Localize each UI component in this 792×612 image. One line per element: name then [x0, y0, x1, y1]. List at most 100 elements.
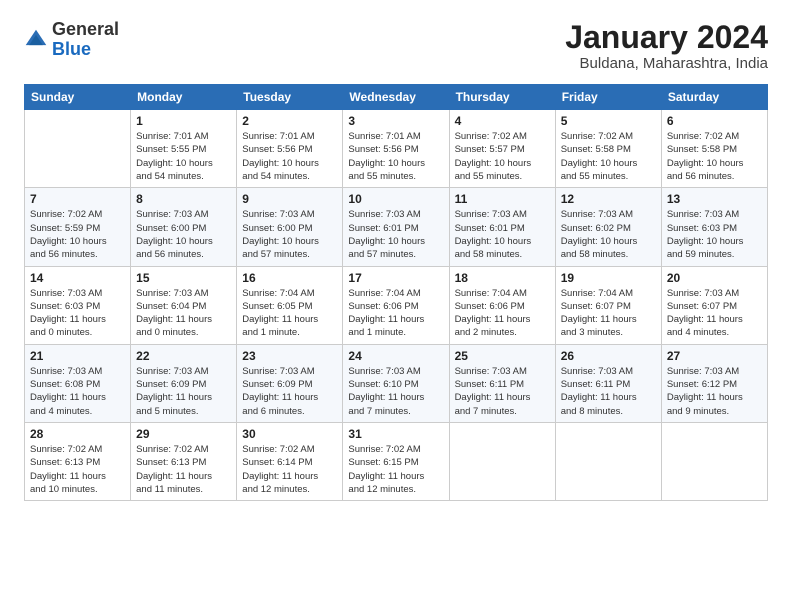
- calendar-cell: 29 Sunrise: 7:02 AM Sunset: 6:13 PM Dayli…: [131, 422, 237, 500]
- day-info: Sunrise: 7:04 AM Sunset: 6:07 PM Dayligh…: [561, 287, 656, 340]
- calendar-week-row: 7 Sunrise: 7:02 AM Sunset: 5:59 PM Daylig…: [25, 188, 768, 266]
- day-of-week-header: Monday: [131, 85, 237, 110]
- location: Buldana, Maharashtra, India: [565, 55, 768, 72]
- calendar-cell: 2 Sunrise: 7:01 AM Sunset: 5:56 PM Daylig…: [237, 110, 343, 188]
- calendar-cell: 25Sunrise: 7:03 AM Sunset: 6:11 PM Dayli…: [449, 344, 555, 422]
- day-number: 16: [242, 271, 337, 285]
- logo-general: General: [52, 19, 119, 39]
- day-info: Sunrise: 7:03 AM Sunset: 6:10 PM Dayligh…: [348, 365, 443, 418]
- day-number: 20: [667, 271, 762, 285]
- day-number: 11: [455, 192, 550, 206]
- day-info: Sunrise: 7:03 AM Sunset: 6:01 PM Dayligh…: [348, 208, 443, 261]
- day-of-week-header: Wednesday: [343, 85, 449, 110]
- day-info: Sunrise: 7:01 AM Sunset: 5:55 PM Dayligh…: [136, 130, 231, 183]
- day-info: Sunrise: 7:03 AM Sunset: 6:03 PM Dayligh…: [30, 287, 125, 340]
- header: General Blue January 2024 Buldana, Mahar…: [24, 20, 768, 72]
- logo-text: General Blue: [52, 20, 119, 60]
- day-number: 3: [348, 114, 443, 128]
- day-number: 26: [561, 349, 656, 363]
- day-number: 2: [242, 114, 337, 128]
- calendar-header-row: SundayMondayTuesdayWednesdayThursdayFrid…: [25, 85, 768, 110]
- calendar-cell: 1 Sunrise: 7:01 AM Sunset: 5:55 PM Daylig…: [131, 110, 237, 188]
- calendar-cell: 31Sunrise: 7:02 AM Sunset: 6:15 PM Dayli…: [343, 422, 449, 500]
- day-info: Sunrise: 7:03 AM Sunset: 6:00 PM Dayligh…: [242, 208, 337, 261]
- logo-blue: Blue: [52, 39, 91, 59]
- day-info: Sunrise: 7:03 AM Sunset: 6:00 PM Dayligh…: [136, 208, 231, 261]
- day-info: Sunrise: 7:03 AM Sunset: 6:07 PM Dayligh…: [667, 287, 762, 340]
- calendar-cell: 3 Sunrise: 7:01 AM Sunset: 5:56 PM Daylig…: [343, 110, 449, 188]
- day-of-week-header: Tuesday: [237, 85, 343, 110]
- day-info: Sunrise: 7:01 AM Sunset: 5:56 PM Dayligh…: [242, 130, 337, 183]
- logo-icon: [24, 28, 48, 52]
- calendar-cell: [661, 422, 767, 500]
- calendar-cell: 19 Sunrise: 7:04 AM Sunset: 6:07 PM Dayli…: [555, 266, 661, 344]
- day-number: 15: [136, 271, 231, 285]
- calendar-cell: 27 Sunrise: 7:03 AM Sunset: 6:12 PM Dayli…: [661, 344, 767, 422]
- day-number: 13: [667, 192, 762, 206]
- day-info: Sunrise: 7:03 AM Sunset: 6:12 PM Dayligh…: [667, 365, 762, 418]
- day-number: 30: [242, 427, 337, 441]
- day-number: 28: [30, 427, 125, 441]
- day-of-week-header: Thursday: [449, 85, 555, 110]
- day-number: 10: [348, 192, 443, 206]
- calendar-cell: 14 Sunrise: 7:03 AM Sunset: 6:03 PM Dayli…: [25, 266, 131, 344]
- day-info: Sunrise: 7:03 AM Sunset: 6:08 PM Dayligh…: [30, 365, 125, 418]
- day-number: 6: [667, 114, 762, 128]
- day-info: Sunrise: 7:03 AM Sunset: 6:01 PM Dayligh…: [455, 208, 550, 261]
- day-number: 24: [348, 349, 443, 363]
- day-number: 1: [136, 114, 231, 128]
- calendar-cell: 22 Sunrise: 7:03 AM Sunset: 6:09 PM Dayli…: [131, 344, 237, 422]
- day-info: Sunrise: 7:03 AM Sunset: 6:09 PM Dayligh…: [136, 365, 231, 418]
- day-info: Sunrise: 7:02 AM Sunset: 5:59 PM Dayligh…: [30, 208, 125, 261]
- day-number: 14: [30, 271, 125, 285]
- day-number: 17: [348, 271, 443, 285]
- calendar-cell: 17 Sunrise: 7:04 AM Sunset: 6:06 PM Dayli…: [343, 266, 449, 344]
- day-info: Sunrise: 7:02 AM Sunset: 6:15 PM Dayligh…: [348, 443, 443, 496]
- day-info: Sunrise: 7:02 AM Sunset: 6:14 PM Dayligh…: [242, 443, 337, 496]
- calendar-cell: 15Sunrise: 7:03 AM Sunset: 6:04 PM Dayli…: [131, 266, 237, 344]
- day-info: Sunrise: 7:03 AM Sunset: 6:11 PM Dayligh…: [455, 365, 550, 418]
- day-number: 7: [30, 192, 125, 206]
- calendar-cell: 13Sunrise: 7:03 AM Sunset: 6:03 PM Dayli…: [661, 188, 767, 266]
- calendar-cell: 5 Sunrise: 7:02 AM Sunset: 5:58 PM Daylig…: [555, 110, 661, 188]
- month-title: January 2024: [565, 20, 768, 55]
- day-of-week-header: Sunday: [25, 85, 131, 110]
- page: General Blue January 2024 Buldana, Mahar…: [0, 0, 792, 612]
- calendar-cell: 24 Sunrise: 7:03 AM Sunset: 6:10 PM Dayli…: [343, 344, 449, 422]
- calendar-cell: 11 Sunrise: 7:03 AM Sunset: 6:01 PM Dayli…: [449, 188, 555, 266]
- day-info: Sunrise: 7:02 AM Sunset: 6:13 PM Dayligh…: [136, 443, 231, 496]
- day-info: Sunrise: 7:04 AM Sunset: 6:06 PM Dayligh…: [455, 287, 550, 340]
- logo: General Blue: [24, 20, 119, 60]
- day-info: Sunrise: 7:02 AM Sunset: 5:57 PM Dayligh…: [455, 130, 550, 183]
- day-number: 5: [561, 114, 656, 128]
- day-info: Sunrise: 7:03 AM Sunset: 6:09 PM Dayligh…: [242, 365, 337, 418]
- calendar-cell: 20 Sunrise: 7:03 AM Sunset: 6:07 PM Dayli…: [661, 266, 767, 344]
- calendar-cell: 10 Sunrise: 7:03 AM Sunset: 6:01 PM Dayli…: [343, 188, 449, 266]
- day-number: 4: [455, 114, 550, 128]
- day-info: Sunrise: 7:04 AM Sunset: 6:06 PM Dayligh…: [348, 287, 443, 340]
- day-of-week-header: Saturday: [661, 85, 767, 110]
- day-info: Sunrise: 7:01 AM Sunset: 5:56 PM Dayligh…: [348, 130, 443, 183]
- calendar-cell: 21 Sunrise: 7:03 AM Sunset: 6:08 PM Dayli…: [25, 344, 131, 422]
- calendar-cell: 4 Sunrise: 7:02 AM Sunset: 5:57 PM Daylig…: [449, 110, 555, 188]
- calendar-cell: 8 Sunrise: 7:03 AM Sunset: 6:00 PM Daylig…: [131, 188, 237, 266]
- calendar-cell: 28 Sunrise: 7:02 AM Sunset: 6:13 PM Dayli…: [25, 422, 131, 500]
- calendar-cell: 26Sunrise: 7:03 AM Sunset: 6:11 PM Dayli…: [555, 344, 661, 422]
- calendar: SundayMondayTuesdayWednesdayThursdayFrid…: [24, 84, 768, 501]
- calendar-cell: 9 Sunrise: 7:03 AM Sunset: 6:00 PM Daylig…: [237, 188, 343, 266]
- day-number: 12: [561, 192, 656, 206]
- day-number: 22: [136, 349, 231, 363]
- day-info: Sunrise: 7:02 AM Sunset: 5:58 PM Dayligh…: [561, 130, 656, 183]
- day-number: 23: [242, 349, 337, 363]
- day-info: Sunrise: 7:04 AM Sunset: 6:05 PM Dayligh…: [242, 287, 337, 340]
- calendar-cell: 30 Sunrise: 7:02 AM Sunset: 6:14 PM Dayli…: [237, 422, 343, 500]
- day-number: 19: [561, 271, 656, 285]
- day-number: 21: [30, 349, 125, 363]
- day-number: 29: [136, 427, 231, 441]
- day-number: 9: [242, 192, 337, 206]
- day-number: 27: [667, 349, 762, 363]
- calendar-cell: 7 Sunrise: 7:02 AM Sunset: 5:59 PM Daylig…: [25, 188, 131, 266]
- calendar-cell: [555, 422, 661, 500]
- day-info: Sunrise: 7:02 AM Sunset: 6:13 PM Dayligh…: [30, 443, 125, 496]
- day-number: 8: [136, 192, 231, 206]
